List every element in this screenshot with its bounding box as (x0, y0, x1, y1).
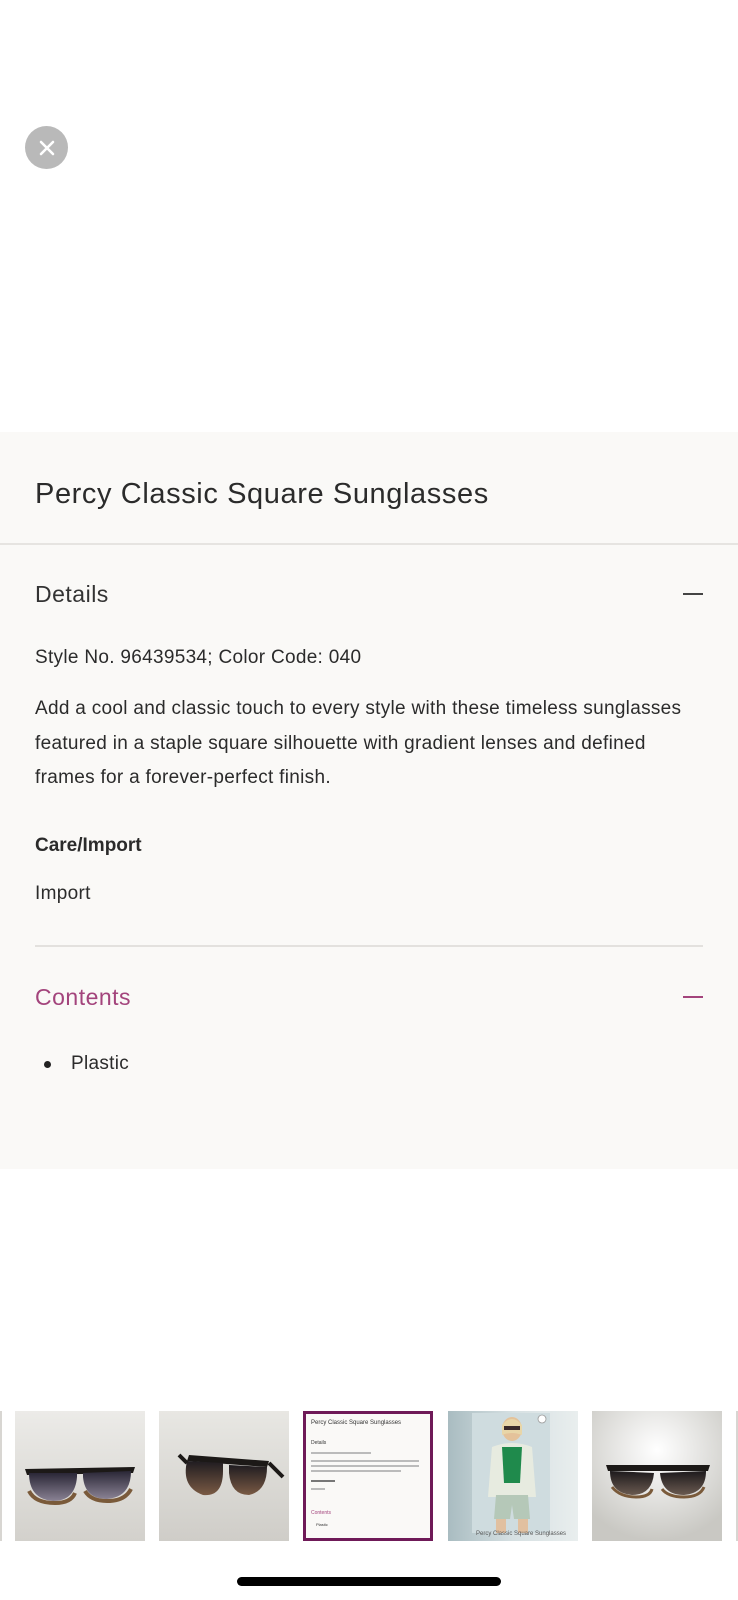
thumbnail-strip[interactable]: Percy Classic Square Sunglasses Details … (0, 1411, 738, 1542)
close-button[interactable] (25, 126, 68, 169)
mini-text-line (311, 1465, 419, 1467)
details-heading: Details (35, 580, 109, 607)
mini-contents: Contents (311, 1510, 332, 1516)
home-indicator[interactable] (237, 1577, 501, 1586)
product-info-panel: Percy Classic Square Sunglasses Details … (0, 432, 738, 1169)
thumbnail-details-selected[interactable]: Percy Classic Square Sunglasses Details … (303, 1411, 433, 1541)
thumbnail-sunglasses-front[interactable] (15, 1411, 145, 1541)
sunglasses-photo (159, 1411, 289, 1541)
product-description: Add a cool and classic touch to every st… (35, 698, 682, 788)
list-item: Plastic (35, 1053, 129, 1075)
details-accordion-header[interactable]: Details (35, 579, 703, 609)
mini-details: Details (311, 1440, 327, 1446)
close-icon (39, 140, 54, 155)
care-heading: Care/Import (35, 835, 142, 856)
care-value: Import (35, 883, 91, 904)
mini-text-line (311, 1470, 401, 1472)
contents-item: Plastic (71, 1053, 130, 1074)
mini-text-line (311, 1452, 371, 1454)
contents-accordion-header[interactable]: Contents (35, 982, 703, 1012)
mini-text-line (311, 1488, 325, 1490)
bullet-icon (44, 1060, 51, 1068)
thumbnail-model[interactable]: Percy Classic Square Sunglasses (448, 1411, 578, 1541)
minus-icon (683, 593, 703, 595)
style-number: Style No. 96439534; Color Code: 040 (35, 647, 362, 668)
mini-title: Percy Classic Square Sunglasses (311, 1420, 402, 1426)
model-caption: Percy Classic Square Sunglasses (476, 1531, 567, 1537)
minus-icon (683, 996, 703, 998)
contents-list: Plastic (35, 1053, 129, 1075)
sunglasses-photo (592, 1411, 722, 1541)
thumbnail-sunglasses-light[interactable] (592, 1411, 722, 1541)
divider (0, 543, 738, 545)
mini-text-line (311, 1460, 419, 1462)
mini-text-line (311, 1480, 335, 1482)
divider (35, 945, 703, 947)
sunglasses-photo (15, 1411, 145, 1541)
thumbnail-partial[interactable] (0, 1411, 2, 1541)
mini-item: Plastic (316, 1522, 328, 1527)
model-photo (448, 1411, 578, 1541)
product-title: Percy Classic Square Sunglasses (35, 478, 489, 510)
thumbnail-sunglasses-angle[interactable] (159, 1411, 289, 1541)
contents-heading: Contents (35, 983, 132, 1010)
